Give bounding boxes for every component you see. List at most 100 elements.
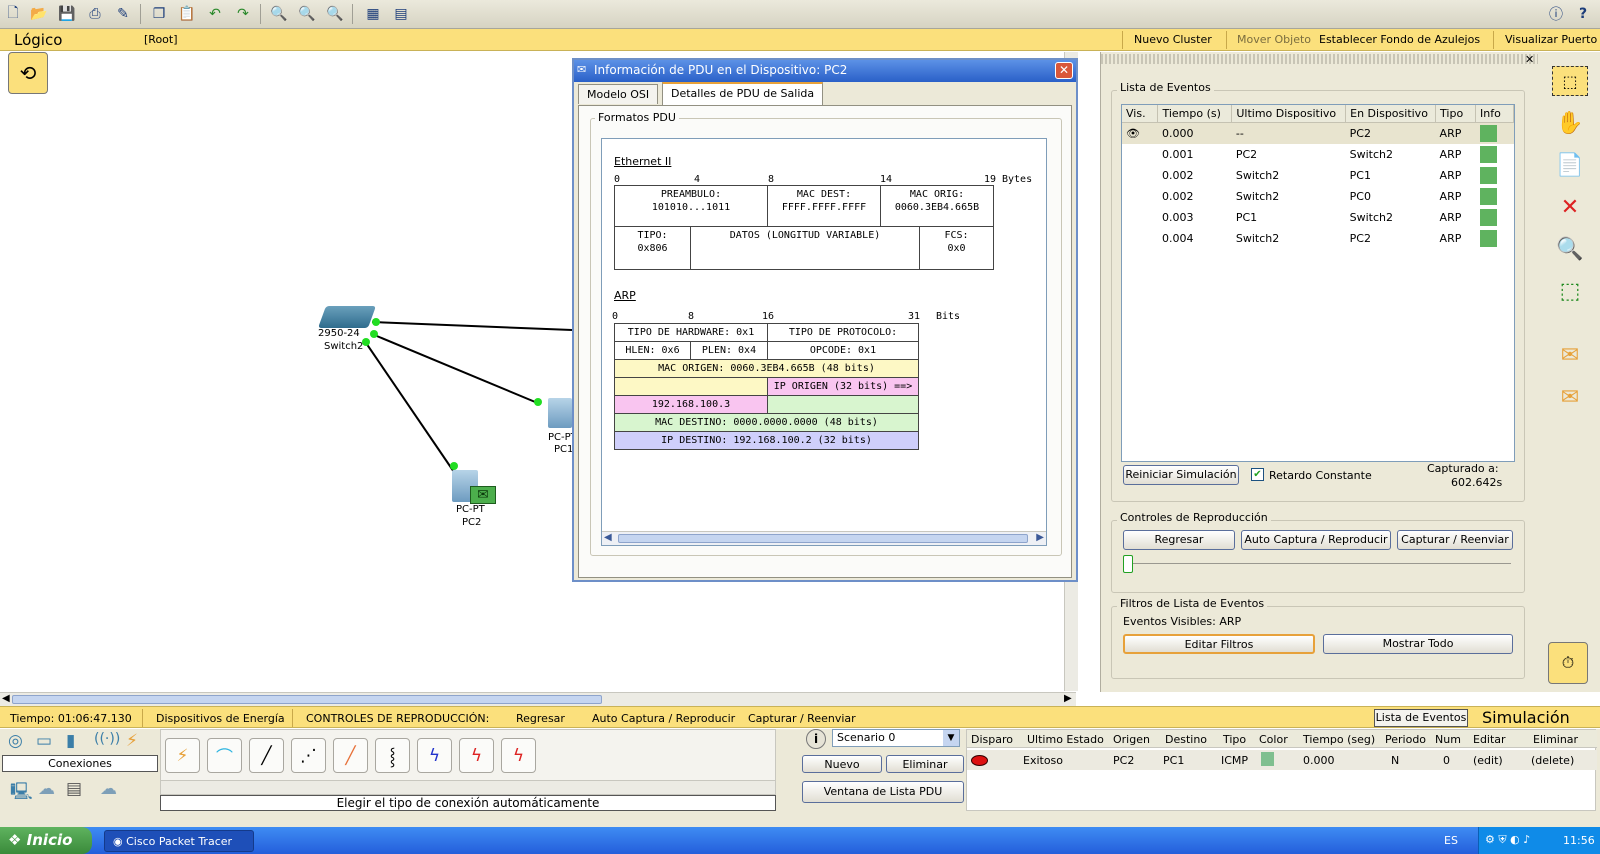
col-time[interactable]: Tiempo (s): [1157, 105, 1233, 123]
new-scenario-button[interactable]: Nuevo: [802, 755, 882, 773]
save-icon[interactable]: 💾: [56, 3, 78, 25]
language-indicator[interactable]: ES: [1444, 834, 1458, 847]
root-breadcrumb[interactable]: [Root]: [144, 33, 178, 46]
paste-icon[interactable]: 📋: [176, 3, 198, 25]
capture-forward-button[interactable]: Capturar / Reenviar: [1397, 530, 1513, 550]
status-back-button[interactable]: Regresar: [516, 712, 565, 725]
envelope-icon[interactable]: ✉: [470, 486, 496, 504]
fiber-icon[interactable]: ╱: [333, 738, 368, 773]
activity-wizard-icon[interactable]: ✎: [112, 3, 134, 25]
taskbar-app-button[interactable]: ◉ Cisco Packet Tracer: [104, 830, 254, 852]
simulation-mode-label[interactable]: Simulación: [1482, 708, 1570, 727]
edit-filters-button[interactable]: Editar Filtros: [1123, 634, 1315, 654]
pc-icon[interactable]: [548, 398, 572, 428]
hubs-icon[interactable]: ▮: [66, 731, 75, 751]
tab-outbound-pdu-details[interactable]: Detalles de PDU de Salida: [662, 82, 824, 105]
col-vis[interactable]: Vis.: [1122, 105, 1159, 123]
status-capture-button[interactable]: Capturar / Reenviar: [748, 712, 856, 725]
delete-scenario-button[interactable]: Eliminar: [886, 755, 964, 773]
col-delete[interactable]: Eliminar: [1533, 733, 1578, 746]
chevron-down-icon[interactable]: ▼: [943, 730, 959, 746]
straight-through-icon[interactable]: ╱: [249, 738, 284, 773]
close-icon[interactable]: ✕: [1055, 62, 1073, 79]
wan-emulation-icon[interactable]: ☁: [38, 779, 55, 799]
routers-icon[interactable]: ◎: [8, 731, 23, 751]
resize-shape-icon[interactable]: ⬚: [1552, 276, 1588, 306]
logical-tab[interactable]: Lógico: [14, 31, 62, 49]
console-cable-icon[interactable]: ⌒: [207, 738, 242, 773]
serial-dce-icon[interactable]: ϟ: [459, 738, 494, 773]
end-devices-icon[interactable]: 🖳: [10, 779, 33, 808]
pdu-list-window-button[interactable]: Ventana de Lista PDU: [802, 781, 964, 803]
undo-icon[interactable]: ↶: [204, 3, 226, 25]
pdu-horizontal-scrollbar[interactable]: ◀ ▶: [602, 531, 1046, 545]
serial-dte-icon[interactable]: ϟ: [501, 738, 536, 773]
pdu-edit-link[interactable]: (edit): [1473, 754, 1503, 767]
copy-icon[interactable]: ❐: [148, 3, 170, 25]
open-icon[interactable]: 📂: [28, 3, 50, 25]
col-fire[interactable]: Disparo: [971, 733, 1013, 746]
connections-icon[interactable]: ⚡: [126, 731, 138, 751]
fire-icon[interactable]: [971, 755, 988, 766]
back-button[interactable]: Regresar: [1123, 530, 1235, 550]
multiuser-icon[interactable]: ☁: [100, 779, 117, 799]
print-icon[interactable]: ⎙: [84, 3, 106, 25]
scenario-select[interactable]: Scenario 0 ▼: [832, 729, 960, 747]
event-row[interactable]: 0.002 Switch2 PC0 ARP: [1122, 186, 1514, 207]
add-simple-pdu-icon[interactable]: ✉: [1552, 340, 1588, 370]
inspect-icon[interactable]: 🔍: [1552, 234, 1588, 264]
auto-connection-icon[interactable]: ⚡: [165, 738, 200, 773]
event-row[interactable]: 0.001 PC2 Switch2 ARP: [1122, 144, 1514, 165]
help-icon[interactable]: ?: [1572, 3, 1594, 25]
event-list-toggle-button[interactable]: Lista de Eventos: [1374, 709, 1468, 727]
workspace-horizontal-scrollbar[interactable]: ◀ ▶: [0, 692, 1076, 706]
pdu-delete-link[interactable]: (delete): [1531, 754, 1574, 767]
custom-device-icon[interactable]: ▤: [390, 3, 412, 25]
col-source[interactable]: Origen: [1113, 733, 1150, 746]
custom-devices-icon[interactable]: ▤: [66, 779, 82, 799]
col-num[interactable]: Num: [1435, 733, 1461, 746]
new-cluster-button[interactable]: Nuevo Cluster: [1134, 33, 1212, 46]
event-row[interactable]: 0.002 Switch2 PC1 ARP: [1122, 165, 1514, 186]
coaxial-icon[interactable]: ϟ: [417, 738, 452, 773]
event-row[interactable]: 0.004 Switch2 PC2 ARP: [1122, 228, 1514, 249]
info-color-swatch[interactable]: [1479, 124, 1497, 142]
col-destination[interactable]: Destino: [1165, 733, 1207, 746]
info-color-swatch[interactable]: [1479, 145, 1497, 163]
info-color-swatch[interactable]: [1479, 208, 1497, 226]
scenario-info-icon[interactable]: i: [806, 729, 826, 749]
palette-icon[interactable]: ▦: [362, 3, 384, 25]
set-tiled-background-button[interactable]: Establecer Fondo de Azulejos: [1319, 33, 1480, 46]
show-all-button[interactable]: Mostrar Todo: [1323, 634, 1513, 654]
col-last-status[interactable]: Ultimo Estado: [1027, 733, 1104, 746]
col-type[interactable]: Tipo: [1223, 733, 1246, 746]
viewport-button[interactable]: Visualizar Puerto: [1505, 33, 1597, 46]
col-last-device[interactable]: Ultimo Dispositivo: [1231, 105, 1347, 123]
note-icon[interactable]: 📄: [1552, 150, 1588, 180]
cluster-navigation-icon[interactable]: ⟲: [8, 52, 48, 94]
start-button[interactable]: ❖ Inicio: [0, 827, 92, 854]
info-icon[interactable]: ⓘ: [1545, 3, 1567, 25]
switches-icon[interactable]: ▭: [36, 731, 52, 751]
event-row[interactable]: 👁 0.000 -- PC2 ARP: [1122, 122, 1514, 144]
playback-speed-slider[interactable]: [1123, 555, 1133, 573]
col-color[interactable]: Color: [1259, 733, 1288, 746]
col-type[interactable]: Tipo: [1435, 105, 1476, 123]
col-period[interactable]: Periodo: [1385, 733, 1426, 746]
tab-osi-model[interactable]: Modelo OSI: [578, 84, 659, 104]
constant-delay-checkbox[interactable]: ✔: [1251, 468, 1264, 481]
info-color-swatch[interactable]: [1479, 187, 1497, 205]
col-at-device[interactable]: En Dispositivo: [1345, 105, 1437, 123]
connections-scrollbar[interactable]: [161, 780, 775, 794]
col-time-sec[interactable]: Tiempo (seg): [1303, 733, 1375, 746]
col-info[interactable]: Info: [1475, 105, 1514, 123]
delete-icon[interactable]: ✕: [1552, 192, 1588, 222]
event-row[interactable]: 0.003 PC1 Switch2 ARP: [1122, 207, 1514, 228]
status-auto-button[interactable]: Auto Captura / Reproducir: [592, 712, 735, 725]
new-icon[interactable]: 🗋: [2, 3, 24, 25]
add-complex-pdu-icon[interactable]: ✉: [1552, 382, 1588, 412]
zoom-in-icon[interactable]: 🔍: [268, 3, 290, 25]
select-icon[interactable]: ⬚: [1552, 66, 1588, 96]
wireless-icon[interactable]: ((·)): [94, 731, 120, 747]
simulation-mode-icon[interactable]: ⏱: [1548, 642, 1588, 684]
